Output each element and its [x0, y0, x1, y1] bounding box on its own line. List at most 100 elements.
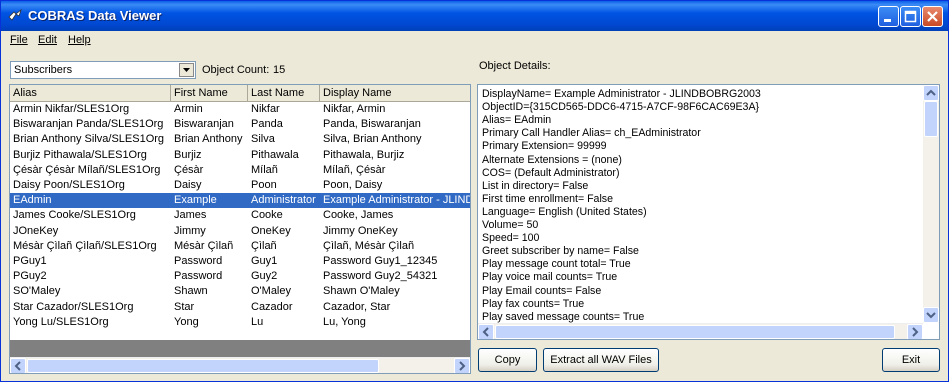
menu-help[interactable]: Help	[68, 34, 91, 46]
table-cell: OneKey	[251, 224, 291, 237]
table-cell: Çìlañ, Mésàr Çìlañ	[323, 239, 415, 252]
table-row[interactable]: Daisy Poon/SLES1Org Daisy Poon Poon, Daisy	[10, 178, 470, 193]
detail-line: Volume= 50	[482, 219, 539, 231]
minimize-button[interactable]	[878, 6, 899, 27]
subscriber-list[interactable]: Alias First Name Last Name Display Name …	[9, 84, 471, 374]
details-horizontal-scrollbar[interactable]	[478, 323, 923, 339]
exit-button[interactable]: Exit	[882, 348, 940, 372]
table-cell: Brian Anthony	[174, 133, 243, 146]
table-cell: Example Administrator - JLINDE	[323, 194, 470, 207]
details-vertical-scrollbar[interactable]	[923, 85, 939, 323]
scroll-right-button[interactable]	[907, 324, 923, 339]
scroll-right-button[interactable]	[454, 358, 470, 373]
scroll-left-button[interactable]	[10, 358, 26, 373]
main-window: COBRAS Data Viewer File Edit Help Subscr…	[0, 0, 949, 382]
scroll-up-button[interactable]	[923, 85, 939, 101]
table-cell: Daisy	[174, 179, 202, 191]
chevron-right-icon	[459, 361, 466, 371]
detail-line: COS= (Default Administrator)	[482, 166, 620, 179]
table-cell: Password Guy2_54321	[323, 270, 438, 283]
table-cell: Cooke	[251, 209, 283, 222]
scroll-down-button[interactable]	[923, 307, 939, 323]
table-cell: Example	[174, 194, 217, 207]
menu-file[interactable]: File	[10, 34, 28, 46]
table-cell: Star Cazador/SLES1Org	[13, 300, 134, 313]
table-cell: Armin Nikfar/SLES1Org	[13, 103, 130, 115]
table-cell: Guy1	[251, 255, 278, 267]
table-cell: Pithawala, Burjiz	[323, 148, 405, 161]
column-header-alias[interactable]: Alias	[10, 85, 171, 101]
table-cell: Burjiz Pithawala/SLES1Org	[13, 148, 147, 161]
table-cell: Nikfar, Armin	[323, 103, 386, 115]
scroll-thumb[interactable]	[495, 325, 895, 339]
table-cell: Cooke, James	[323, 209, 394, 222]
table-row[interactable]: Brian Anthony Silva/SLES1Org Brian Anthon…	[10, 132, 470, 147]
table-cell: Mésàr Çìlañ Çìlañ/SLES1Org	[13, 239, 157, 252]
table-cell: Mílañ	[251, 163, 278, 176]
table-cell: Pithawala	[251, 148, 299, 161]
maximize-button[interactable]	[900, 6, 921, 27]
object-count-value: 15	[273, 64, 286, 76]
table-row[interactable]: James Cooke/SLES1Org James Cooke Cooke, Jam…	[10, 208, 470, 223]
table-row[interactable]: Star Cazador/SLES1Org Star Cazador Cazador,…	[10, 300, 470, 315]
table-cell: Daisy Poon/SLES1Org	[13, 179, 125, 191]
table-cell: Guy2	[251, 270, 278, 283]
table-row[interactable]: Armin Nikfar/SLES1Org Armin Nikfar Nikfar, …	[10, 102, 470, 117]
detail-line: Play voice mail counts= True	[482, 271, 618, 284]
table-row[interactable]: Çésàr Çésàr Mílañ/SLES1Org Çésàr Mílañ Míla…	[10, 163, 470, 178]
table-cell: Shawn O'Maley	[323, 285, 400, 298]
scroll-left-button[interactable]	[478, 324, 494, 339]
table-cell: Mílañ, Çésàr	[323, 163, 386, 176]
table-row[interactable]: JOneKey Jimmy OneKey Jimmy OneKey	[10, 224, 470, 239]
list-empty-area	[10, 340, 470, 357]
scroll-thumb[interactable]	[27, 359, 379, 373]
detail-line: List in directory= False	[482, 179, 589, 192]
table-row[interactable]: SO'Maley Shawn O'Maley Shawn O'Maley	[10, 284, 470, 299]
detail-line: Play fax counts= True	[482, 297, 585, 310]
table-row[interactable]: Biswaranjan Panda/SLES1Org Biswaranjan Pan…	[10, 117, 470, 132]
menu-bar: File Edit Help	[1, 31, 948, 49]
column-header-display-name[interactable]: Display Name	[320, 85, 470, 101]
detail-line: Play saved message counts= True	[482, 310, 645, 323]
extract-wav-button[interactable]: Extract all WAV Files	[543, 348, 659, 372]
table-cell: Biswaranjan	[174, 118, 234, 131]
table-cell: Cazador	[251, 300, 293, 313]
chevron-up-icon	[926, 89, 936, 96]
maximize-icon	[904, 10, 917, 23]
table-cell: Password	[174, 255, 223, 267]
table-row[interactable]: EAdmin Example Administrator Example Admini…	[10, 193, 470, 209]
dropdown-button[interactable]	[179, 63, 194, 77]
table-row[interactable]: PGuy1 Password Guy1 Password Guy1_12345	[10, 254, 470, 269]
table-row[interactable]: Mésàr Çìlañ Çìlañ/SLES1Org Mésàr Çìlañ Çìl…	[10, 239, 470, 254]
table-cell: Silva, Brian Anthony	[323, 133, 422, 146]
table-row[interactable]: PGuy2 Password Guy2 Password Guy2_54321	[10, 269, 470, 284]
column-header-last-name[interactable]: Last Name	[248, 85, 320, 101]
menu-edit[interactable]: Edit	[38, 34, 57, 46]
list-horizontal-scrollbar[interactable]	[10, 357, 470, 373]
table-cell: Burjiz	[174, 148, 202, 161]
detail-line: Speed= 100	[482, 232, 540, 245]
table-cell: Password Guy1_12345	[323, 255, 438, 267]
table-cell: Panda	[251, 118, 283, 131]
detail-line: Play message count total= True	[482, 258, 631, 271]
object-type-select[interactable]: Subscribers	[10, 61, 196, 79]
table-row[interactable]: Yong Lu/SLES1Org Yong Lu Lu, Yong	[10, 315, 470, 330]
table-cell: PGuy1	[13, 255, 47, 267]
table-cell: Çésàr Çésàr Mílañ/SLES1Org	[13, 163, 161, 176]
table-cell: James	[174, 209, 207, 222]
scroll-thumb[interactable]	[924, 101, 938, 137]
table-cell: Silva	[251, 133, 275, 146]
object-details-box[interactable]: DisplayName= Example Administrator - JLI…	[477, 84, 940, 340]
title-bar[interactable]: COBRAS Data Viewer	[1, 1, 948, 31]
column-header-first-name[interactable]: First Name	[171, 85, 248, 101]
table-cell: Brian Anthony Silva/SLES1Org	[13, 133, 165, 146]
chevron-left-icon	[482, 327, 489, 337]
copy-button[interactable]: Copy	[478, 348, 537, 372]
table-cell: PGuy2	[13, 270, 47, 283]
app-icon	[8, 8, 22, 21]
close-button[interactable]	[922, 6, 943, 27]
close-icon	[927, 11, 938, 22]
table-cell: Administrator	[251, 194, 316, 207]
table-cell: Çésàr	[174, 163, 204, 176]
table-row[interactable]: Burjiz Pithawala/SLES1Org Burjiz Pithawala…	[10, 148, 470, 163]
